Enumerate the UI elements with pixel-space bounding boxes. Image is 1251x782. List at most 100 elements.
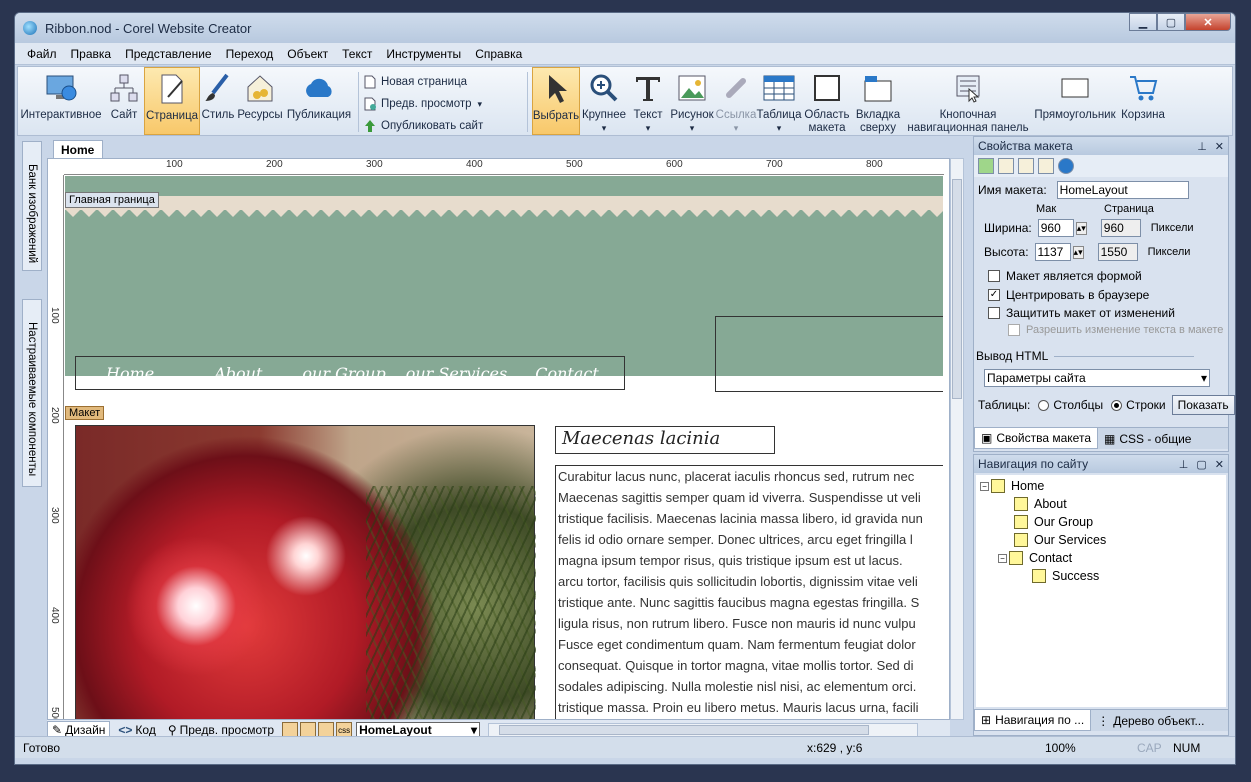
- ribbon-publish-button[interactable]: Публикация: [284, 67, 354, 135]
- width-spinner[interactable]: ▴▾: [1075, 221, 1087, 235]
- collapse-icon[interactable]: −: [980, 481, 989, 491]
- editor-vertical-scrollbar[interactable]: [950, 158, 964, 720]
- nav-our-group[interactable]: our Group: [302, 364, 385, 383]
- ribbon-select-button[interactable]: Выбрать: [532, 67, 580, 135]
- action-icon[interactable]: [1038, 158, 1054, 174]
- menu-tools[interactable]: Инструменты: [386, 47, 461, 61]
- christmas-ornament-image[interactable]: [75, 425, 536, 719]
- page-header-area[interactable]: Главная граница: [65, 176, 943, 392]
- tree-node-contact[interactable]: − Contact: [998, 551, 1072, 565]
- ribbon-cart-button[interactable]: Корзина: [1118, 67, 1168, 135]
- nav-contact[interactable]: Contact: [535, 364, 599, 383]
- maximize-icon[interactable]: ▢: [1196, 458, 1206, 471]
- ribbon-site-button[interactable]: Сайт: [104, 67, 144, 135]
- title-bar: Ribbon.nod - Corel Website Creator ▁ ▢ ✕: [15, 13, 1235, 43]
- nav-our-services[interactable]: our Services: [406, 364, 508, 383]
- protect-checkbox[interactable]: [988, 307, 1000, 319]
- menu-text[interactable]: Текст: [342, 47, 372, 61]
- height-spinner[interactable]: ▴▾: [1072, 245, 1084, 259]
- header-right-box[interactable]: [715, 316, 943, 392]
- ribbon-interactive-button[interactable]: Интерактивное: [18, 67, 104, 135]
- window-title: Ribbon.nod - Corel Website Creator: [45, 20, 252, 36]
- ribbon-rectangle-button[interactable]: Прямоугольник: [1032, 67, 1118, 135]
- pin-icon[interactable]: ⊥: [1197, 140, 1207, 153]
- page-icon: [1009, 551, 1023, 565]
- width-page-input[interactable]: 960: [1100, 219, 1141, 237]
- layout-icon[interactable]: [978, 158, 994, 174]
- play-icon[interactable]: [1058, 158, 1074, 174]
- header-border-label[interactable]: Главная граница: [65, 192, 159, 208]
- maximize-button[interactable]: ▢: [1157, 13, 1185, 31]
- chevron-down-icon: ▾: [733, 123, 739, 133]
- tree-node-success[interactable]: Success: [1032, 569, 1099, 583]
- tree-node-our-group[interactable]: Our Group: [1014, 515, 1093, 529]
- close-button[interactable]: ✕: [1185, 13, 1231, 31]
- publish-icon: [365, 120, 375, 132]
- tab-custom-components[interactable]: Настраиваемые компоненты: [22, 299, 42, 487]
- columns-radio[interactable]: [1038, 399, 1050, 411]
- site-navigation-header: Навигация по сайту ⊥ ▢ ✕: [974, 455, 1228, 473]
- ribbon-resources-button[interactable]: Ресурсы: [236, 67, 284, 135]
- page-canvas[interactable]: Главная граница Home About our Group our…: [65, 176, 943, 719]
- publish-site-button[interactable]: Опубликовать сайт: [363, 115, 523, 137]
- allow-edit-checkbox[interactable]: [1008, 324, 1020, 336]
- collapse-icon[interactable]: −: [998, 553, 1007, 563]
- tab-layout-properties[interactable]: ▣ Свойства макета: [974, 428, 1098, 449]
- center-checkbox[interactable]: ✓: [988, 289, 1000, 301]
- new-page-button[interactable]: Новая страница: [363, 71, 523, 93]
- ribbon-layout-area-button[interactable]: Область макета: [802, 67, 852, 135]
- preview-button[interactable]: Предв. просмотр ▾: [363, 93, 523, 115]
- script-icon[interactable]: [1018, 158, 1034, 174]
- editor-horizontal-scrollbar[interactable]: [488, 723, 919, 737]
- tree-icon: ⋮: [1097, 713, 1110, 728]
- nav-about[interactable]: About: [214, 364, 262, 383]
- ribbon: Интерактивное Сайт Страница Стиль Ресурс…: [17, 66, 1233, 136]
- ribbon-top-tab-button[interactable]: Вкладка сверху: [852, 67, 904, 135]
- tree-node-our-services[interactable]: Our Services: [1014, 533, 1106, 547]
- content-text-box[interactable]: Curabitur lacus nunc, placerat iaculis r…: [555, 465, 943, 719]
- tab-image-bank[interactable]: Банк изображений: [22, 141, 42, 271]
- tree-node-about[interactable]: About: [1014, 497, 1067, 511]
- ribbon-picture-button[interactable]: Рисунок ▾: [668, 67, 716, 135]
- menu-file[interactable]: Файл: [27, 47, 57, 61]
- tab-home[interactable]: Home: [53, 140, 103, 158]
- form-checkbox[interactable]: [988, 270, 1000, 282]
- nav-home[interactable]: Home: [106, 364, 154, 383]
- layout-label[interactable]: Макет: [65, 406, 105, 420]
- html-output-select[interactable]: Параметры сайта ▾: [984, 369, 1210, 387]
- menu-view[interactable]: Представление: [125, 47, 212, 61]
- ribbon-text-button[interactable]: Текст ▾: [628, 67, 668, 135]
- tab-object-tree[interactable]: ⋮ Дерево объект...: [1091, 710, 1210, 731]
- minimize-button[interactable]: ▁: [1129, 13, 1157, 31]
- menu-edit[interactable]: Правка: [71, 47, 112, 61]
- show-button[interactable]: Показать: [1171, 395, 1235, 415]
- nav-bar[interactable]: Home About our Group our Services Contac…: [75, 356, 625, 390]
- menu-help[interactable]: Справка: [475, 47, 522, 61]
- properties-tabs: ▣ Свойства макета ▦ CSS - общие: [974, 427, 1228, 449]
- tab-css-general[interactable]: ▦ CSS - общие: [1098, 428, 1197, 449]
- tree-node-home[interactable]: − Home: [980, 479, 1044, 493]
- ribbon-link-button[interactable]: Ссылка ▾: [716, 67, 756, 135]
- text-icon: [631, 71, 665, 105]
- close-icon[interactable]: ✕: [1215, 458, 1224, 471]
- zigzag-edge: [65, 209, 943, 217]
- height-max-input[interactable]: 1137: [1034, 243, 1071, 261]
- ribbon-page-button[interactable]: Страница: [144, 67, 200, 135]
- ribbon-table-button[interactable]: Таблица ▾: [756, 67, 802, 135]
- page-icon: [1014, 497, 1028, 511]
- ribbon-style-button[interactable]: Стиль: [200, 67, 236, 135]
- layout-name-input[interactable]: HomeLayout: [1056, 181, 1189, 199]
- close-icon[interactable]: ✕: [1215, 140, 1224, 153]
- content-heading[interactable]: Maecenas lacinia: [555, 426, 775, 454]
- height-page-input[interactable]: 1550: [1097, 243, 1138, 261]
- rows-radio[interactable]: [1111, 399, 1123, 411]
- chevron-down-icon: ▾: [645, 123, 651, 133]
- tab-site-navigation[interactable]: ⊞ Навигация по ...: [974, 710, 1092, 731]
- menu-go[interactable]: Переход: [226, 47, 274, 61]
- ribbon-zoom-button[interactable]: Крупнее ▾: [580, 67, 628, 135]
- menu-object[interactable]: Объект: [287, 47, 328, 61]
- pin-icon[interactable]: ⊥: [1179, 458, 1189, 471]
- width-max-input[interactable]: 960: [1037, 219, 1074, 237]
- css-icon[interactable]: [998, 158, 1014, 174]
- ribbon-button-navbar-button[interactable]: Кнопочная навигационная панель: [904, 67, 1032, 135]
